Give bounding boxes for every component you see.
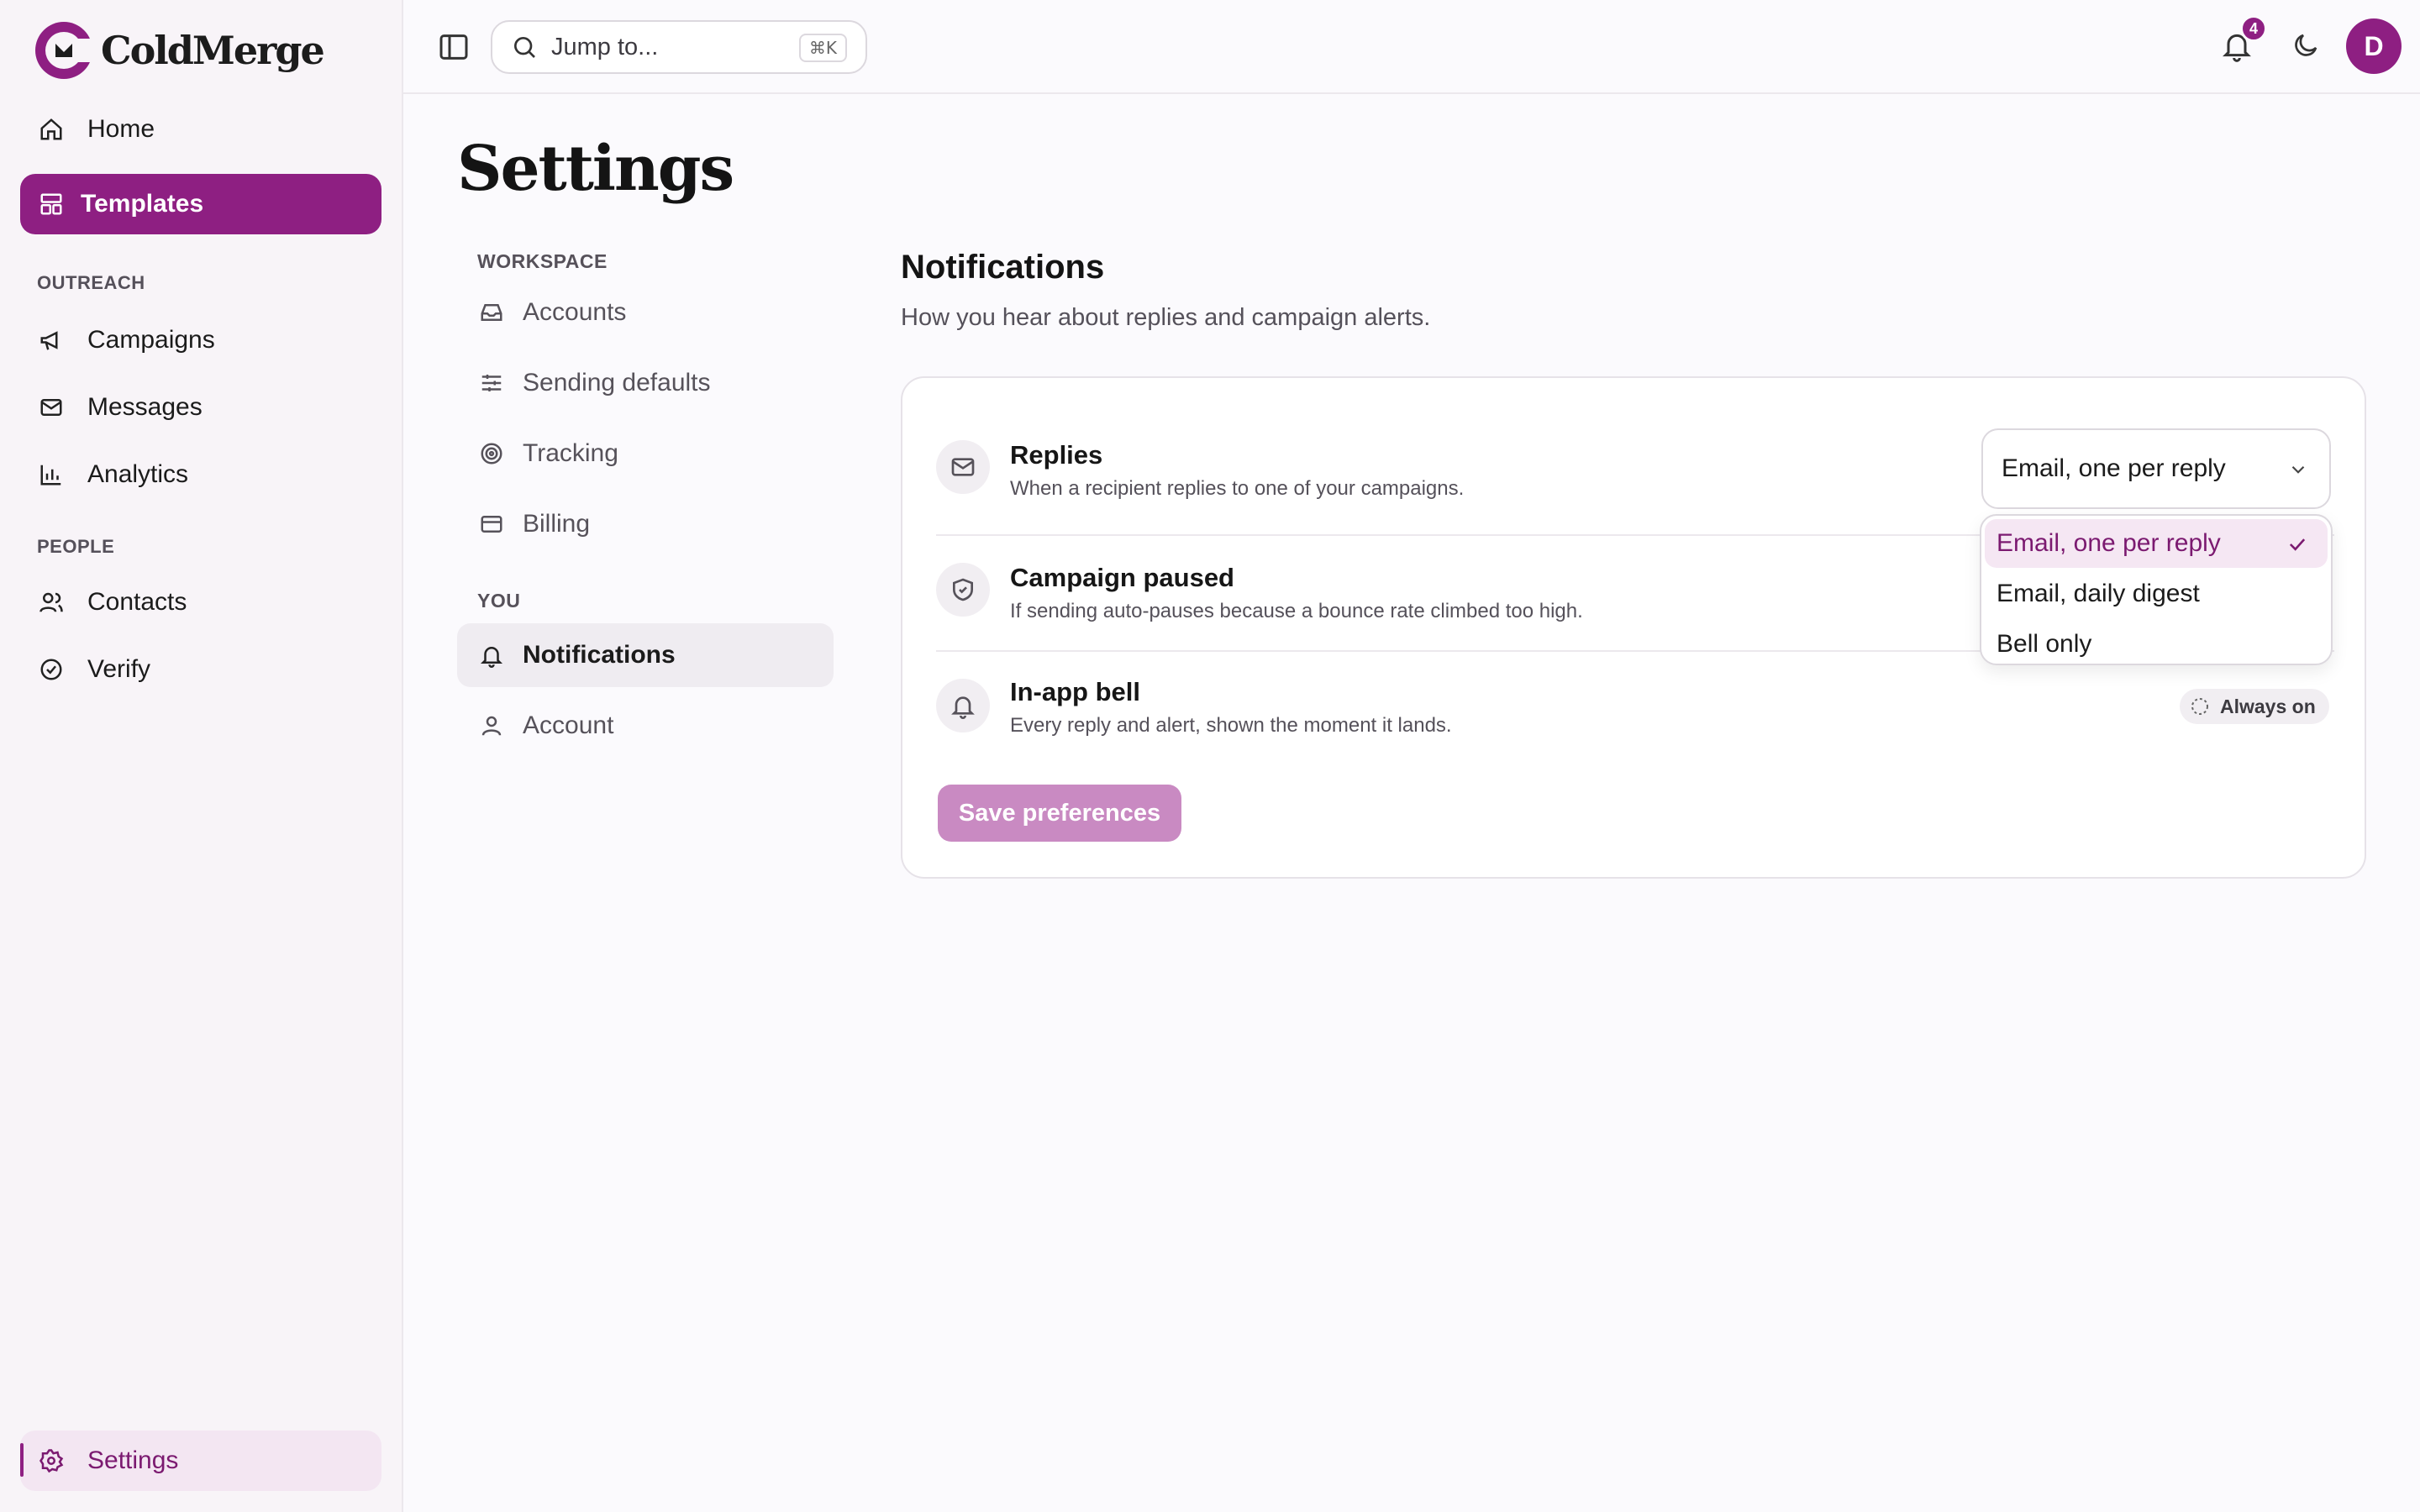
campaign-paused-title: Campaign paused (1010, 563, 1234, 592)
subnav-sending-defaults[interactable]: Sending defaults (457, 351, 834, 415)
nav-messages[interactable]: Messages (20, 377, 381, 438)
nav-campaigns[interactable]: Campaigns (20, 310, 381, 370)
nav-analytics[interactable]: Analytics (20, 444, 381, 505)
always-on-label: Always on (2220, 695, 2316, 717)
in-app-bell-description: Every reply and alert, shown the moment … (1010, 714, 1452, 737)
subnav-billing-label: Billing (523, 510, 591, 538)
user-avatar[interactable]: D (2346, 18, 2402, 74)
nav-settings[interactable]: Settings (20, 1431, 381, 1491)
subnav-tracking[interactable]: Tracking (457, 422, 834, 486)
notification-count-badge: 4 (2240, 15, 2267, 42)
app-name: ColdMerge (101, 28, 325, 73)
bell-icon (936, 679, 990, 732)
nav-contacts[interactable]: Contacts (20, 572, 381, 633)
app-logo[interactable]: ColdMerge (32, 18, 325, 82)
section-outreach: OUTREACH (37, 272, 145, 293)
nav-home-label: Home (87, 115, 155, 143)
nav-messages-label: Messages (87, 393, 203, 421)
replies-description: When a recipient replies to one of your … (1010, 477, 1465, 500)
replies-select-value: Email, one per reply (2002, 454, 2226, 482)
nav-templates[interactable]: Templates (20, 174, 381, 234)
search-placeholder: Jump to... (551, 33, 659, 60)
always-on-badge: Always on (2180, 689, 2329, 724)
search-icon (514, 37, 535, 58)
in-app-bell-title: In-app bell (1010, 677, 1140, 706)
subnav-workspace-title: WORKSPACE (477, 250, 608, 272)
sidebar: ColdMerge Home Templates OUTREACH Campai… (0, 0, 403, 1512)
nav-contacts-label: Contacts (87, 588, 187, 616)
check-circle-icon (37, 655, 66, 684)
section-description: How you hear about replies and campaign … (901, 304, 1431, 331)
subnav-account-label: Account (523, 711, 614, 739)
user-icon (477, 711, 506, 740)
dark-mode-moon-icon[interactable] (2291, 30, 2324, 64)
nav-campaigns-label: Campaigns (87, 326, 215, 354)
campaign-paused-description: If sending auto-pauses because a bounce … (1010, 600, 1583, 622)
option-label: Email, daily digest (1996, 580, 2200, 607)
mail-icon (936, 440, 990, 494)
inbox-icon (477, 298, 506, 327)
nav-verify[interactable]: Verify (20, 639, 381, 700)
section-title: Notifications (901, 249, 1105, 286)
credit-card-icon (477, 510, 506, 538)
shortcut-hint: ⌘K (798, 34, 847, 62)
dropdown-option[interactable]: Email, one per reply (1985, 519, 2328, 568)
sidebar-toggle-icon[interactable] (437, 30, 471, 64)
spinner-icon (2191, 698, 2208, 715)
logo-icon (35, 22, 96, 79)
subnav-tracking-label: Tracking (523, 439, 618, 467)
replies-dropdown-menu: Email, one per reply Email, daily digest… (1980, 514, 2333, 665)
users-icon (37, 588, 66, 617)
dropdown-option[interactable]: Bell only (1985, 620, 2328, 669)
subnav-account[interactable]: Account (457, 694, 834, 758)
mail-icon (37, 393, 66, 422)
option-label: Email, one per reply (1996, 529, 2221, 557)
section-people: PEOPLE (37, 536, 115, 557)
sliders-icon (477, 369, 506, 397)
home-icon (37, 115, 66, 144)
subnav-notifications-label: Notifications (523, 641, 676, 669)
subnav-billing[interactable]: Billing (457, 492, 834, 556)
nav-analytics-label: Analytics (87, 460, 189, 488)
nav-verify-label: Verify (87, 655, 151, 683)
shield-check-icon (936, 563, 990, 617)
layout-icon (37, 190, 66, 218)
replies-title: Replies (1010, 440, 1103, 470)
top-bar: Jump to... ⌘K 4 D (403, 0, 2420, 94)
option-label: Bell only (1996, 630, 2092, 658)
bar-chart-icon (37, 460, 66, 489)
save-preferences-button[interactable]: Save preferences (938, 785, 1181, 842)
gear-icon (37, 1446, 66, 1475)
subnav-notifications[interactable]: Notifications (457, 623, 834, 687)
check-icon (2289, 538, 2306, 551)
dropdown-option[interactable]: Email, daily digest (1985, 570, 2328, 618)
nav-settings-label: Settings (87, 1446, 179, 1474)
replies-select[interactable]: Email, one per reply (1981, 428, 2331, 509)
target-icon (477, 439, 506, 468)
bell-icon (477, 641, 506, 669)
search-input[interactable]: Jump to... ⌘K (491, 20, 867, 74)
page-title: Settings (457, 133, 734, 205)
subnav-sending-defaults-label: Sending defaults (523, 369, 711, 396)
chevron-down-icon (2291, 465, 2305, 474)
subnav-you-title: YOU (477, 590, 521, 612)
subnav-accounts[interactable]: Accounts (457, 281, 834, 344)
active-indicator (20, 1443, 24, 1477)
nav-templates-label: Templates (81, 190, 204, 218)
megaphone-icon (37, 326, 66, 354)
subnav-accounts-label: Accounts (523, 298, 627, 326)
nav-home[interactable]: Home (20, 99, 381, 160)
